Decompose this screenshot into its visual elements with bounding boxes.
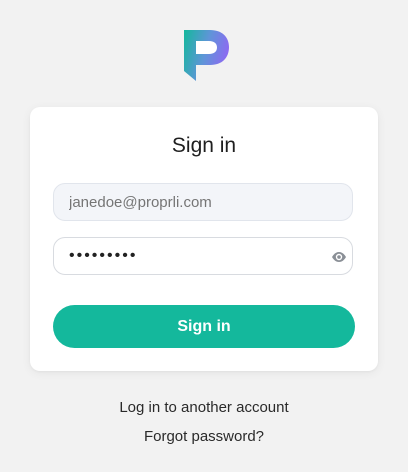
password-input[interactable] — [54, 238, 352, 274]
signin-title: Sign in — [171, 134, 237, 157]
email-input[interactable] — [54, 184, 352, 220]
login-another-account-link[interactable]: Log in to another account — [0, 399, 408, 416]
email-field[interactable] — [53, 183, 353, 221]
proprli-logo-icon — [184, 30, 229, 81]
signin-page: Sign in Sign in Log in to another accoun… — [0, 0, 408, 472]
forgot-password-link[interactable]: Forgot password? — [0, 428, 408, 445]
signin-button[interactable]: Sign in — [53, 305, 355, 348]
signin-card: Sign in Sign in — [30, 107, 378, 371]
eye-icon[interactable] — [331, 249, 347, 265]
password-field[interactable] — [53, 237, 353, 275]
